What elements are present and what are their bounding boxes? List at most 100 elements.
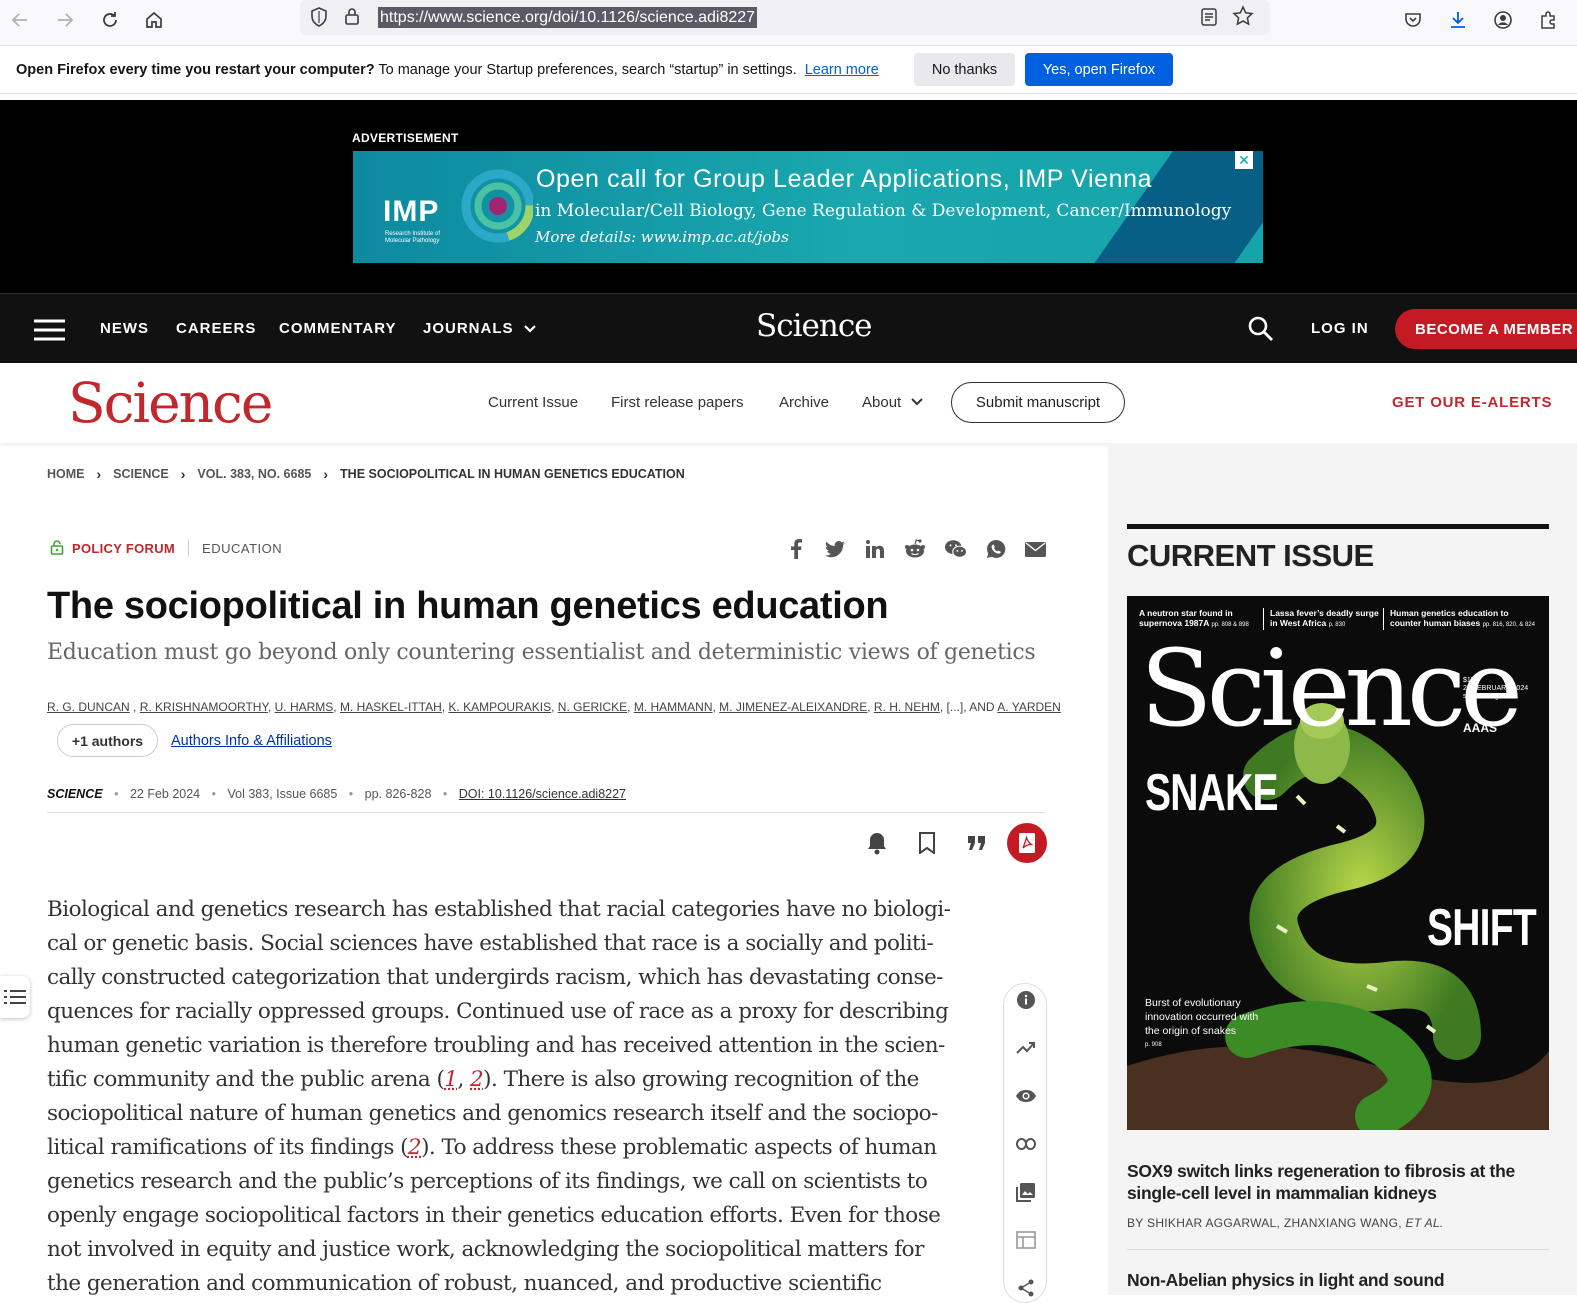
body-line: Biological and genetics research has est… [47, 897, 951, 922]
science-logo-top[interactable]: Science [756, 308, 873, 344]
search-icon[interactable] [1248, 316, 1274, 342]
separator-dot: • [211, 787, 217, 801]
pdf-download-icon[interactable] [1007, 823, 1047, 863]
author-link[interactable]: M. HAMMANN [634, 700, 713, 714]
breadcrumb-science[interactable]: SCIENCE [113, 467, 169, 481]
body-line: sociopolitical nature of human genetics … [47, 1101, 938, 1126]
wechat-icon[interactable] [945, 538, 967, 560]
current-issue-link[interactable]: Current Issue [488, 394, 578, 411]
about-chevron-icon[interactable] [910, 397, 924, 407]
author-link[interactable]: U. HARMS [275, 700, 334, 714]
body-line: genetics research and the public’s perce… [47, 1169, 928, 1194]
body-text: ). To address these problematic aspects … [421, 1135, 937, 1160]
nav-commentary[interactable]: COMMENTARY [279, 320, 397, 337]
url-bar[interactable]: https://www.science.org/doi/10.1126/scie… [300, 0, 1270, 35]
byline-author: BY SHIKHAR AGGARWAL, [1127, 1216, 1281, 1230]
notification-text: Open Firefox every time you restart your… [16, 62, 879, 78]
current-issue-cover[interactable]: A neutron star found in supernova 1987A … [1127, 596, 1549, 1130]
volume-issue[interactable]: Vol 383, Issue 6685 [228, 787, 338, 801]
body-line: quences for racially oppressed groups. C… [47, 999, 949, 1024]
list-icon [4, 990, 26, 1004]
nav-news[interactable]: NEWS [100, 320, 149, 337]
author-link[interactable]: N. GERICKE [558, 700, 627, 714]
pocket-icon[interactable] [1395, 4, 1431, 36]
author-link[interactable]: R. KRISHNAMOORTHY [140, 700, 268, 714]
yes-open-firefox-button[interactable]: Yes, open Firefox [1025, 53, 1173, 86]
facebook-icon[interactable] [785, 538, 807, 560]
reader-view-icon[interactable] [1200, 7, 1218, 27]
shield-icon[interactable] [310, 7, 328, 27]
breadcrumb-home[interactable]: HOME [47, 467, 85, 481]
author-link[interactable]: M. JIMENEZ-ALEIXANDRE [719, 700, 867, 714]
more-authors-button[interactable]: +1 authors [57, 724, 158, 757]
forward-icon[interactable] [47, 4, 83, 36]
body-line: openly engage sociopolitical factors in … [47, 1203, 941, 1228]
cover-caption-text: Burst of evolutionary innovation occurre… [1145, 997, 1259, 1037]
chevron-down-icon[interactable] [523, 324, 537, 334]
account-icon[interactable] [1485, 4, 1521, 36]
nav-careers[interactable]: CAREERS [176, 320, 256, 337]
archive-link[interactable]: Archive [779, 394, 829, 411]
submit-manuscript-button[interactable]: Submit manuscript [951, 382, 1125, 423]
no-thanks-button[interactable]: No thanks [914, 53, 1015, 86]
author-link[interactable]: M. HASKEL-ITTAH [340, 700, 442, 714]
table-of-contents-toggle[interactable] [0, 976, 30, 1018]
authors-affiliations-link[interactable]: Authors Info & Affiliations [171, 733, 332, 749]
nav-journals[interactable]: JOURNALS [423, 320, 514, 337]
issue-article-title[interactable]: Non-Abelian physics in light and sound [1127, 1270, 1445, 1291]
cite-quote-icon[interactable] [961, 827, 993, 859]
science-logo[interactable]: Science [68, 371, 273, 435]
reference-link[interactable]: 2 [408, 1135, 422, 1160]
author-link[interactable]: A. YARDEN [997, 700, 1061, 714]
reference-link[interactable]: 2 [470, 1067, 484, 1092]
breadcrumb-volume[interactable]: VOL. 383, NO. 6685 [197, 467, 311, 481]
about-link[interactable]: About [862, 394, 901, 411]
reload-icon[interactable] [92, 4, 128, 36]
notification-body: To manage your Startup preferences, sear… [378, 62, 797, 78]
ad-close-icon[interactable]: ✕ [1235, 151, 1253, 169]
share-icon[interactable] [1015, 1277, 1037, 1299]
login-link[interactable]: LOG IN [1311, 320, 1369, 337]
bookmark-icon[interactable] [911, 827, 943, 859]
info-icon[interactable] [1015, 989, 1037, 1011]
lock-icon[interactable] [344, 6, 360, 26]
hamburger-menu-icon[interactable] [34, 319, 65, 341]
author-link[interactable]: R. H. NEHM [874, 700, 940, 714]
alert-bell-icon[interactable] [861, 827, 893, 859]
ad-banner[interactable]: IMP Research Institute of Molecular Path… [353, 151, 1263, 263]
author-link[interactable]: R. G. DUNCAN [47, 700, 130, 714]
first-release-link[interactable]: First release papers [611, 394, 744, 411]
cover-aaas: AAAS [1463, 721, 1498, 735]
home-icon[interactable] [136, 4, 172, 36]
byline-author: ZHANXIANG WANG, [1283, 1216, 1402, 1230]
become-member-button[interactable]: BECOME A MEMBER [1395, 309, 1577, 349]
publication-info: SCIENCE • 22 Feb 2024 • Vol 383, Issue 6… [47, 787, 626, 801]
back-icon[interactable] [2, 4, 38, 36]
doi-link[interactable]: DOI: 10.1126/science.adi8227 [459, 787, 626, 801]
share-link-icon[interactable] [1015, 1133, 1037, 1155]
whatsapp-icon[interactable] [985, 538, 1007, 560]
metrics-trend-icon[interactable] [1015, 1037, 1037, 1059]
view-eye-icon[interactable] [1015, 1085, 1037, 1107]
authors-and: AND [969, 700, 995, 714]
authors-ellipsis[interactable]: [...] [947, 700, 964, 714]
journal-name[interactable]: SCIENCE [47, 787, 103, 801]
issue-article-title[interactable]: SOX9 switch links regeneration to fibros… [1127, 1160, 1547, 1204]
learn-more-link[interactable]: Learn more [805, 62, 879, 78]
tag-policy-forum[interactable]: POLICY FORUM [72, 541, 175, 556]
linkedin-icon[interactable] [864, 538, 886, 560]
twitter-icon[interactable] [824, 538, 846, 560]
extensions-icon[interactable] [1530, 4, 1566, 36]
reddit-icon[interactable] [904, 538, 926, 560]
author-link[interactable]: K. KAMPOURAKIS [448, 700, 551, 714]
tables-icon[interactable] [1015, 1229, 1037, 1251]
download-icon[interactable] [1440, 4, 1476, 36]
figures-image-icon[interactable] [1015, 1181, 1037, 1203]
url-text[interactable]: https://www.science.org/doi/10.1126/scie… [378, 7, 758, 28]
reference-link[interactable]: 1 [444, 1067, 458, 1092]
e-alerts-link[interactable]: GET OUR E-ALERTS [1392, 394, 1552, 411]
email-icon[interactable] [1024, 538, 1046, 560]
ad-headline: Open call for Group Leader Applications,… [536, 165, 1153, 193]
bookmark-star-icon[interactable] [1232, 5, 1254, 27]
tag-education[interactable]: EDUCATION [202, 541, 282, 556]
